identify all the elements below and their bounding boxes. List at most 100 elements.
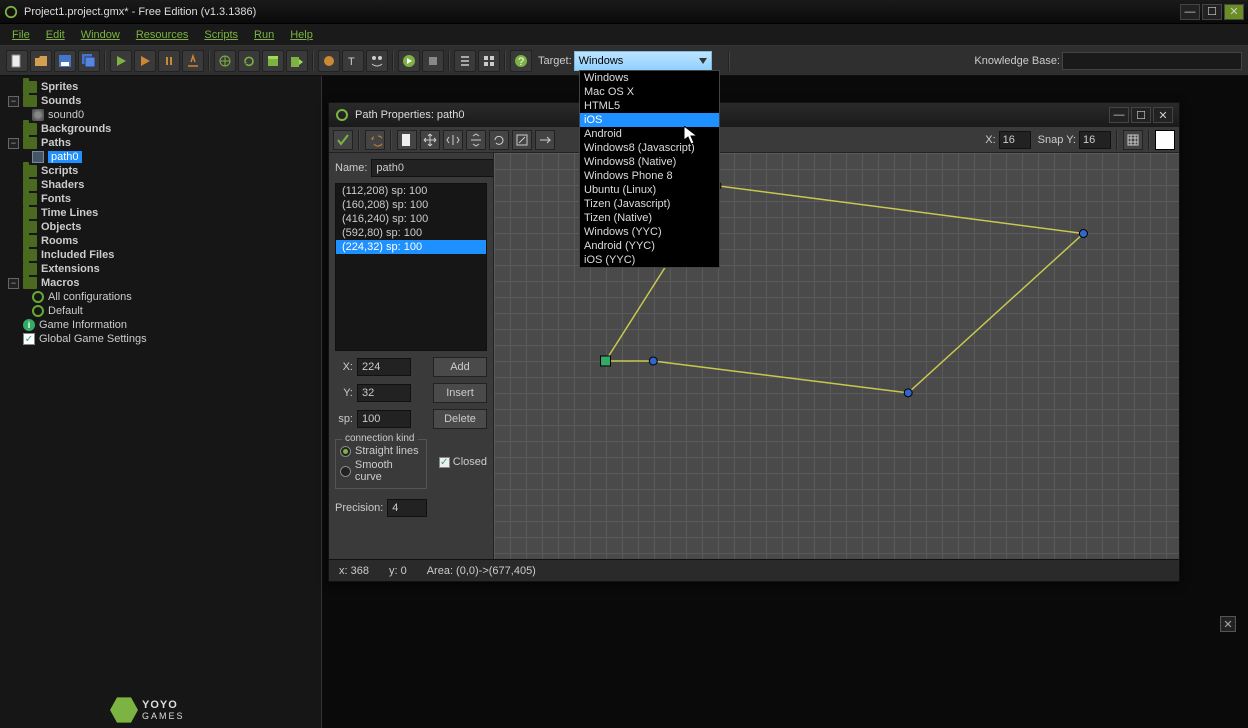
- path-minimize-button[interactable]: —: [1109, 107, 1129, 123]
- target-option[interactable]: Windows Phone 8: [580, 169, 719, 183]
- play-green-button[interactable]: [398, 50, 420, 72]
- tree-default[interactable]: Default: [4, 304, 317, 318]
- y-input[interactable]: [357, 384, 411, 402]
- tree-scripts[interactable]: Scripts: [4, 164, 317, 178]
- target-option[interactable]: Windows8 (Javascript): [580, 141, 719, 155]
- target-option[interactable]: Windows (YYC): [580, 225, 719, 239]
- web-button[interactable]: [214, 50, 236, 72]
- shift-button[interactable]: [535, 130, 555, 150]
- snap-x-input[interactable]: [999, 131, 1031, 149]
- open-button[interactable]: [30, 50, 52, 72]
- scale-button[interactable]: [512, 130, 532, 150]
- undo-button[interactable]: [365, 130, 385, 150]
- knowledge-base-input[interactable]: [1062, 52, 1242, 70]
- target-option[interactable]: Tizen (Native): [580, 211, 719, 225]
- tree-globalsettings[interactable]: ✓Global Game Settings: [4, 332, 317, 346]
- list-item[interactable]: (416,240) sp: 100: [336, 212, 486, 226]
- menu-resources[interactable]: Resources: [130, 27, 195, 43]
- target-option[interactable]: Windows: [580, 71, 719, 85]
- stop-square-button[interactable]: [422, 50, 444, 72]
- move-button[interactable]: [420, 130, 440, 150]
- tree-paths[interactable]: −Paths: [4, 136, 317, 150]
- save-button[interactable]: [54, 50, 76, 72]
- stop-button[interactable]: [158, 50, 180, 72]
- close-button[interactable]: ✕: [1224, 4, 1244, 20]
- list-button[interactable]: [454, 50, 476, 72]
- maximize-button[interactable]: ☐: [1202, 4, 1222, 20]
- tree-allconfig[interactable]: All configurations: [4, 290, 317, 304]
- collapse-icon[interactable]: −: [8, 138, 19, 149]
- menu-scripts[interactable]: Scripts: [198, 27, 244, 43]
- grid-toggle-button[interactable]: [1123, 130, 1143, 150]
- collapse-icon[interactable]: −: [8, 278, 19, 289]
- target-select[interactable]: Windows: [574, 51, 712, 71]
- target-option[interactable]: iOS (YYC): [580, 253, 719, 267]
- straight-radio[interactable]: Straight lines: [340, 444, 422, 458]
- tree-extensions[interactable]: Extensions: [4, 262, 317, 276]
- list-item[interactable]: (224,32) sp: 100: [336, 240, 486, 254]
- target-option[interactable]: Mac OS X: [580, 85, 719, 99]
- tree-sound0[interactable]: sound0: [4, 108, 317, 122]
- target-option[interactable]: HTML5: [580, 99, 719, 113]
- tree-backgrounds[interactable]: Backgrounds: [4, 122, 317, 136]
- menu-edit[interactable]: Edit: [40, 27, 71, 43]
- delete-button[interactable]: Delete: [433, 409, 487, 429]
- target-option[interactable]: Ubuntu (Linux): [580, 183, 719, 197]
- tree-objects[interactable]: Objects: [4, 220, 317, 234]
- path-close-button[interactable]: ✕: [1153, 107, 1173, 123]
- path-window-titlebar[interactable]: Path Properties: path0 — ☐ ✕: [329, 103, 1179, 127]
- grid-button[interactable]: [478, 50, 500, 72]
- tree-shaders[interactable]: Shaders: [4, 178, 317, 192]
- tree-sprites[interactable]: Sprites: [4, 80, 317, 94]
- refresh-button[interactable]: [238, 50, 260, 72]
- tree-gameinfo[interactable]: iGame Information: [4, 318, 317, 332]
- font-button[interactable]: [366, 50, 388, 72]
- package-button[interactable]: [262, 50, 284, 72]
- target-option[interactable]: Windows8 (Native): [580, 155, 719, 169]
- minimize-button[interactable]: —: [1180, 4, 1200, 20]
- tree-macros[interactable]: −Macros: [4, 276, 317, 290]
- x-input[interactable]: [357, 358, 411, 376]
- rotate-button[interactable]: [489, 130, 509, 150]
- menu-file[interactable]: File: [6, 27, 36, 43]
- smooth-radio[interactable]: Smooth curve: [340, 458, 422, 484]
- debug-button[interactable]: [134, 50, 156, 72]
- sp-input[interactable]: [357, 410, 411, 428]
- sprite-button[interactable]: [318, 50, 340, 72]
- menu-help[interactable]: Help: [284, 27, 319, 43]
- tree-included[interactable]: Included Files: [4, 248, 317, 262]
- target-option[interactable]: iOS: [580, 113, 719, 127]
- confirm-button[interactable]: [333, 130, 353, 150]
- target-option[interactable]: Android: [580, 127, 719, 141]
- points-list[interactable]: (112,208) sp: 100 (160,208) sp: 100 (416…: [335, 183, 487, 351]
- tree-path0[interactable]: path0: [4, 150, 317, 164]
- target-option[interactable]: Android (YYC): [580, 239, 719, 253]
- target-option[interactable]: Tizen (Javascript): [580, 197, 719, 211]
- list-item[interactable]: (160,208) sp: 100: [336, 198, 486, 212]
- collapse-icon[interactable]: −: [8, 96, 19, 107]
- new-path-button[interactable]: [397, 130, 417, 150]
- mirror-h-button[interactable]: [443, 130, 463, 150]
- mirror-v-button[interactable]: [466, 130, 486, 150]
- text-button[interactable]: T: [342, 50, 364, 72]
- run-button[interactable]: [110, 50, 132, 72]
- save-all-button[interactable]: [78, 50, 100, 72]
- tree-rooms[interactable]: Rooms: [4, 234, 317, 248]
- closed-checkbox[interactable]: ✓ Closed: [439, 456, 487, 468]
- bg-color-button[interactable]: [1155, 130, 1175, 150]
- tree-timelines[interactable]: Time Lines: [4, 206, 317, 220]
- list-item[interactable]: (592,80) sp: 100: [336, 226, 486, 240]
- snap-y-input[interactable]: [1079, 131, 1111, 149]
- add-button[interactable]: Add: [433, 357, 487, 377]
- list-item[interactable]: (112,208) sp: 100: [336, 184, 486, 198]
- insert-button[interactable]: Insert: [433, 383, 487, 403]
- clean-button[interactable]: [182, 50, 204, 72]
- panel-close-button[interactable]: ✕: [1220, 616, 1236, 632]
- tree-sounds[interactable]: −Sounds: [4, 94, 317, 108]
- precision-input[interactable]: [387, 499, 427, 517]
- export-button[interactable]: [286, 50, 308, 72]
- path-maximize-button[interactable]: ☐: [1131, 107, 1151, 123]
- target-dropdown[interactable]: WindowsMac OS XHTML5iOSAndroidWindows8 (…: [579, 70, 720, 268]
- tree-fonts[interactable]: Fonts: [4, 192, 317, 206]
- menu-window[interactable]: Window: [75, 27, 126, 43]
